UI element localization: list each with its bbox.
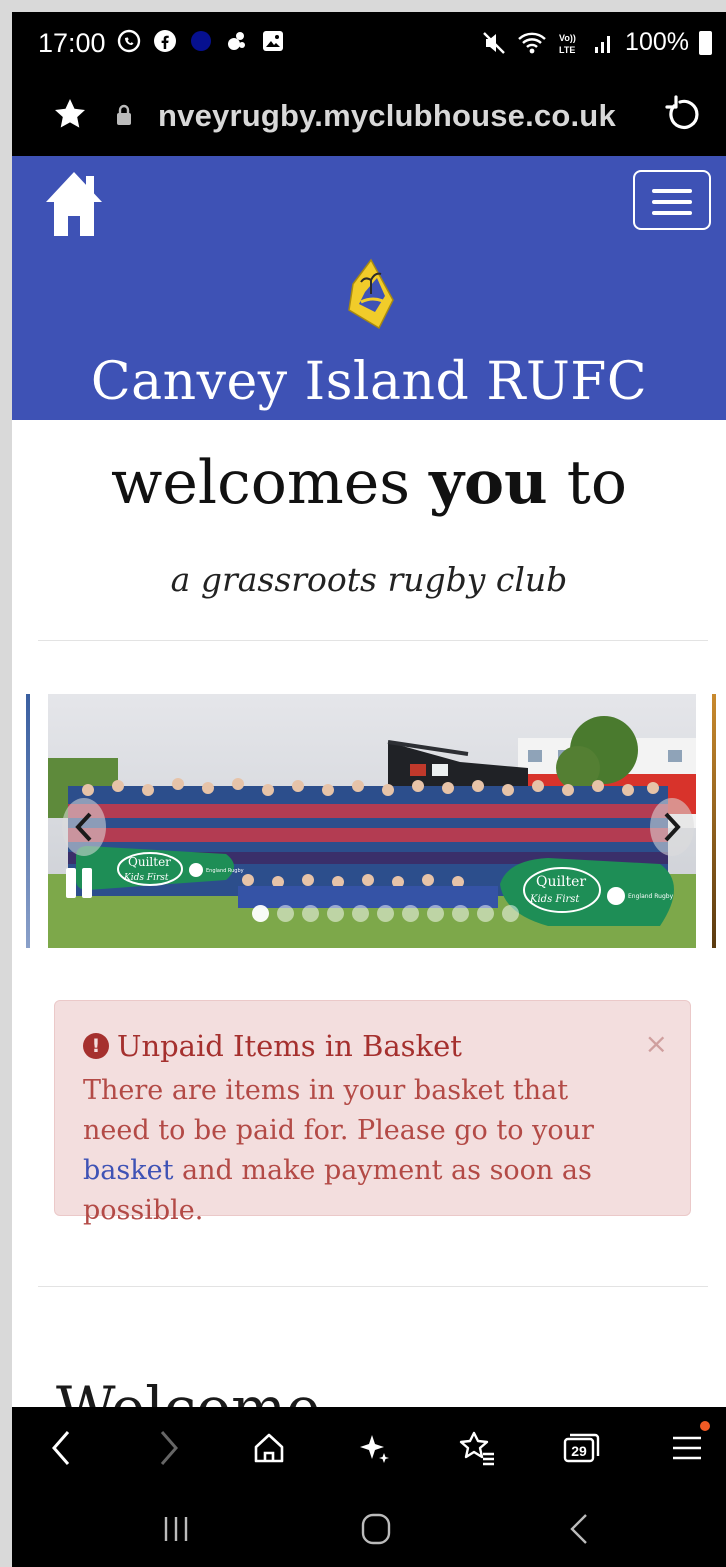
status-time: 17:00 (38, 28, 106, 58)
hamburger-menu-button[interactable] (633, 170, 711, 230)
tagline: a grassroots rugby club (170, 560, 568, 599)
recents-icon (164, 1517, 188, 1541)
browser-toolbar: 29 (12, 1407, 726, 1491)
previous-slide-peek (26, 694, 30, 948)
app-icon (224, 28, 250, 54)
menu-bar-icon (652, 200, 692, 204)
quilter-banner-right: Quilter Kids First England Rugby (500, 858, 674, 926)
exclamation-icon: ! (83, 1033, 109, 1059)
svg-text:England Rugby: England Rugby (628, 893, 674, 900)
tabs-icon: 29 (563, 1433, 600, 1463)
system-back-button[interactable] (560, 1511, 600, 1547)
svg-text:LTE: LTE (559, 45, 575, 55)
chevron-right-icon (664, 812, 681, 842)
carousel-dot[interactable] (427, 905, 444, 922)
menu-bar-icon (652, 211, 692, 215)
mute-icon (483, 31, 505, 54)
close-icon[interactable]: × (645, 1027, 668, 1060)
next-slide-peek (712, 694, 716, 948)
url-address[interactable]: nveyrugby.myclubhouse.co.uk (158, 98, 616, 134)
carousel-dot[interactable] (277, 905, 294, 922)
lock-icon (116, 104, 132, 126)
browser-url-bar: nveyrugby.myclubhouse.co.uk (12, 78, 726, 156)
unpaid-items-alert: ! Unpaid Items in Basket × There are ite… (54, 1000, 691, 1226)
bookmark-star-icon[interactable] (52, 96, 88, 141)
svg-text:England Rugby: England Rugby (206, 868, 244, 874)
welcome-prefix: welcomes (111, 448, 411, 518)
carousel-dot[interactable] (502, 905, 519, 922)
back-arrow-icon (52, 1431, 70, 1465)
carousel-dot[interactable] (452, 905, 469, 922)
sparkle-icon (360, 1435, 389, 1463)
signal-icon (595, 35, 611, 53)
system-navigation-bar (12, 1491, 726, 1567)
basket-link[interactable]: basket (83, 1155, 173, 1186)
alert-title: ! Unpaid Items in Basket (83, 1029, 462, 1063)
alert-body-text: There are items in your basket that need… (83, 1075, 594, 1146)
menu-bar-icon (652, 189, 692, 193)
bookmarks-button[interactable] (454, 1425, 500, 1471)
star-list-icon (459, 1431, 494, 1466)
circle-home-icon (361, 1513, 391, 1545)
image-carousel[interactable]: Quilter Kids First England Rugby Quilter… (26, 694, 716, 948)
battery-icon (699, 30, 712, 55)
welcome-emphasis: you (429, 448, 548, 518)
carousel-prev-button[interactable] (62, 798, 106, 856)
gallery-icon (260, 28, 286, 54)
carousel-indicators (252, 905, 519, 922)
forward-button[interactable] (146, 1425, 192, 1471)
divider (38, 640, 708, 641)
svg-text:Quilter: Quilter (536, 874, 586, 890)
welcome-suffix: to (566, 448, 627, 518)
facebook-icon (152, 28, 178, 54)
forward-arrow-icon (160, 1431, 178, 1465)
carousel-dot[interactable] (252, 905, 269, 922)
svg-text:Kids First: Kids First (529, 894, 580, 905)
carousel-dot[interactable] (377, 905, 394, 922)
svg-text:Vo)): Vo)) (559, 33, 576, 43)
chevron-left-icon (75, 812, 92, 842)
status-bar: 17:00 Vo)) LTE 100% (12, 12, 726, 78)
home-icon[interactable] (42, 166, 106, 238)
volte-icon: Vo)) LTE (559, 33, 576, 55)
messenger-icon (188, 28, 214, 54)
home-button[interactable] (246, 1425, 292, 1471)
menu-button[interactable] (664, 1421, 710, 1471)
tabs-button[interactable]: 29 (558, 1425, 604, 1471)
carousel-dot[interactable] (477, 905, 494, 922)
svg-text:Quilter: Quilter (128, 855, 171, 869)
whatsapp-icon (116, 28, 142, 54)
welcome-line: welcomes you to (12, 448, 726, 518)
svg-text:29: 29 (571, 1443, 587, 1459)
wifi-icon (518, 32, 546, 53)
phone-screen: 17:00 Vo)) LTE 100% nveyrugby.myclubhous… (12, 12, 726, 1567)
recent-apps-button[interactable] (156, 1511, 196, 1547)
carousel-next-button[interactable] (650, 798, 694, 856)
divider (38, 1286, 708, 1287)
alert-title-text: Unpaid Items in Basket (117, 1029, 462, 1063)
notification-icons (116, 28, 286, 54)
system-home-button[interactable] (356, 1511, 396, 1547)
home-outline-icon (254, 1433, 284, 1463)
notification-dot (700, 1421, 710, 1431)
alert-message: There are items in your basket that need… (83, 1071, 643, 1231)
hamburger-icon (673, 1436, 701, 1460)
battery-level: 100% (625, 28, 689, 56)
site-header: Canvey Island RUFC (12, 156, 726, 420)
system-status: Vo)) LTE 100% (481, 28, 712, 57)
svg-text:Kids First: Kids First (123, 873, 169, 883)
back-button[interactable] (38, 1425, 84, 1471)
chevron-left-icon (570, 1514, 587, 1544)
club-crest-logo (343, 254, 399, 336)
reload-icon[interactable] (664, 94, 704, 134)
carousel-dot[interactable] (402, 905, 419, 922)
carousel-dot[interactable] (327, 905, 344, 922)
club-title: Canvey Island RUFC (90, 352, 648, 412)
pause-icon[interactable] (66, 868, 96, 898)
carousel-dot[interactable] (302, 905, 319, 922)
carousel-dot[interactable] (352, 905, 369, 922)
ai-assistant-button[interactable] (352, 1425, 398, 1471)
